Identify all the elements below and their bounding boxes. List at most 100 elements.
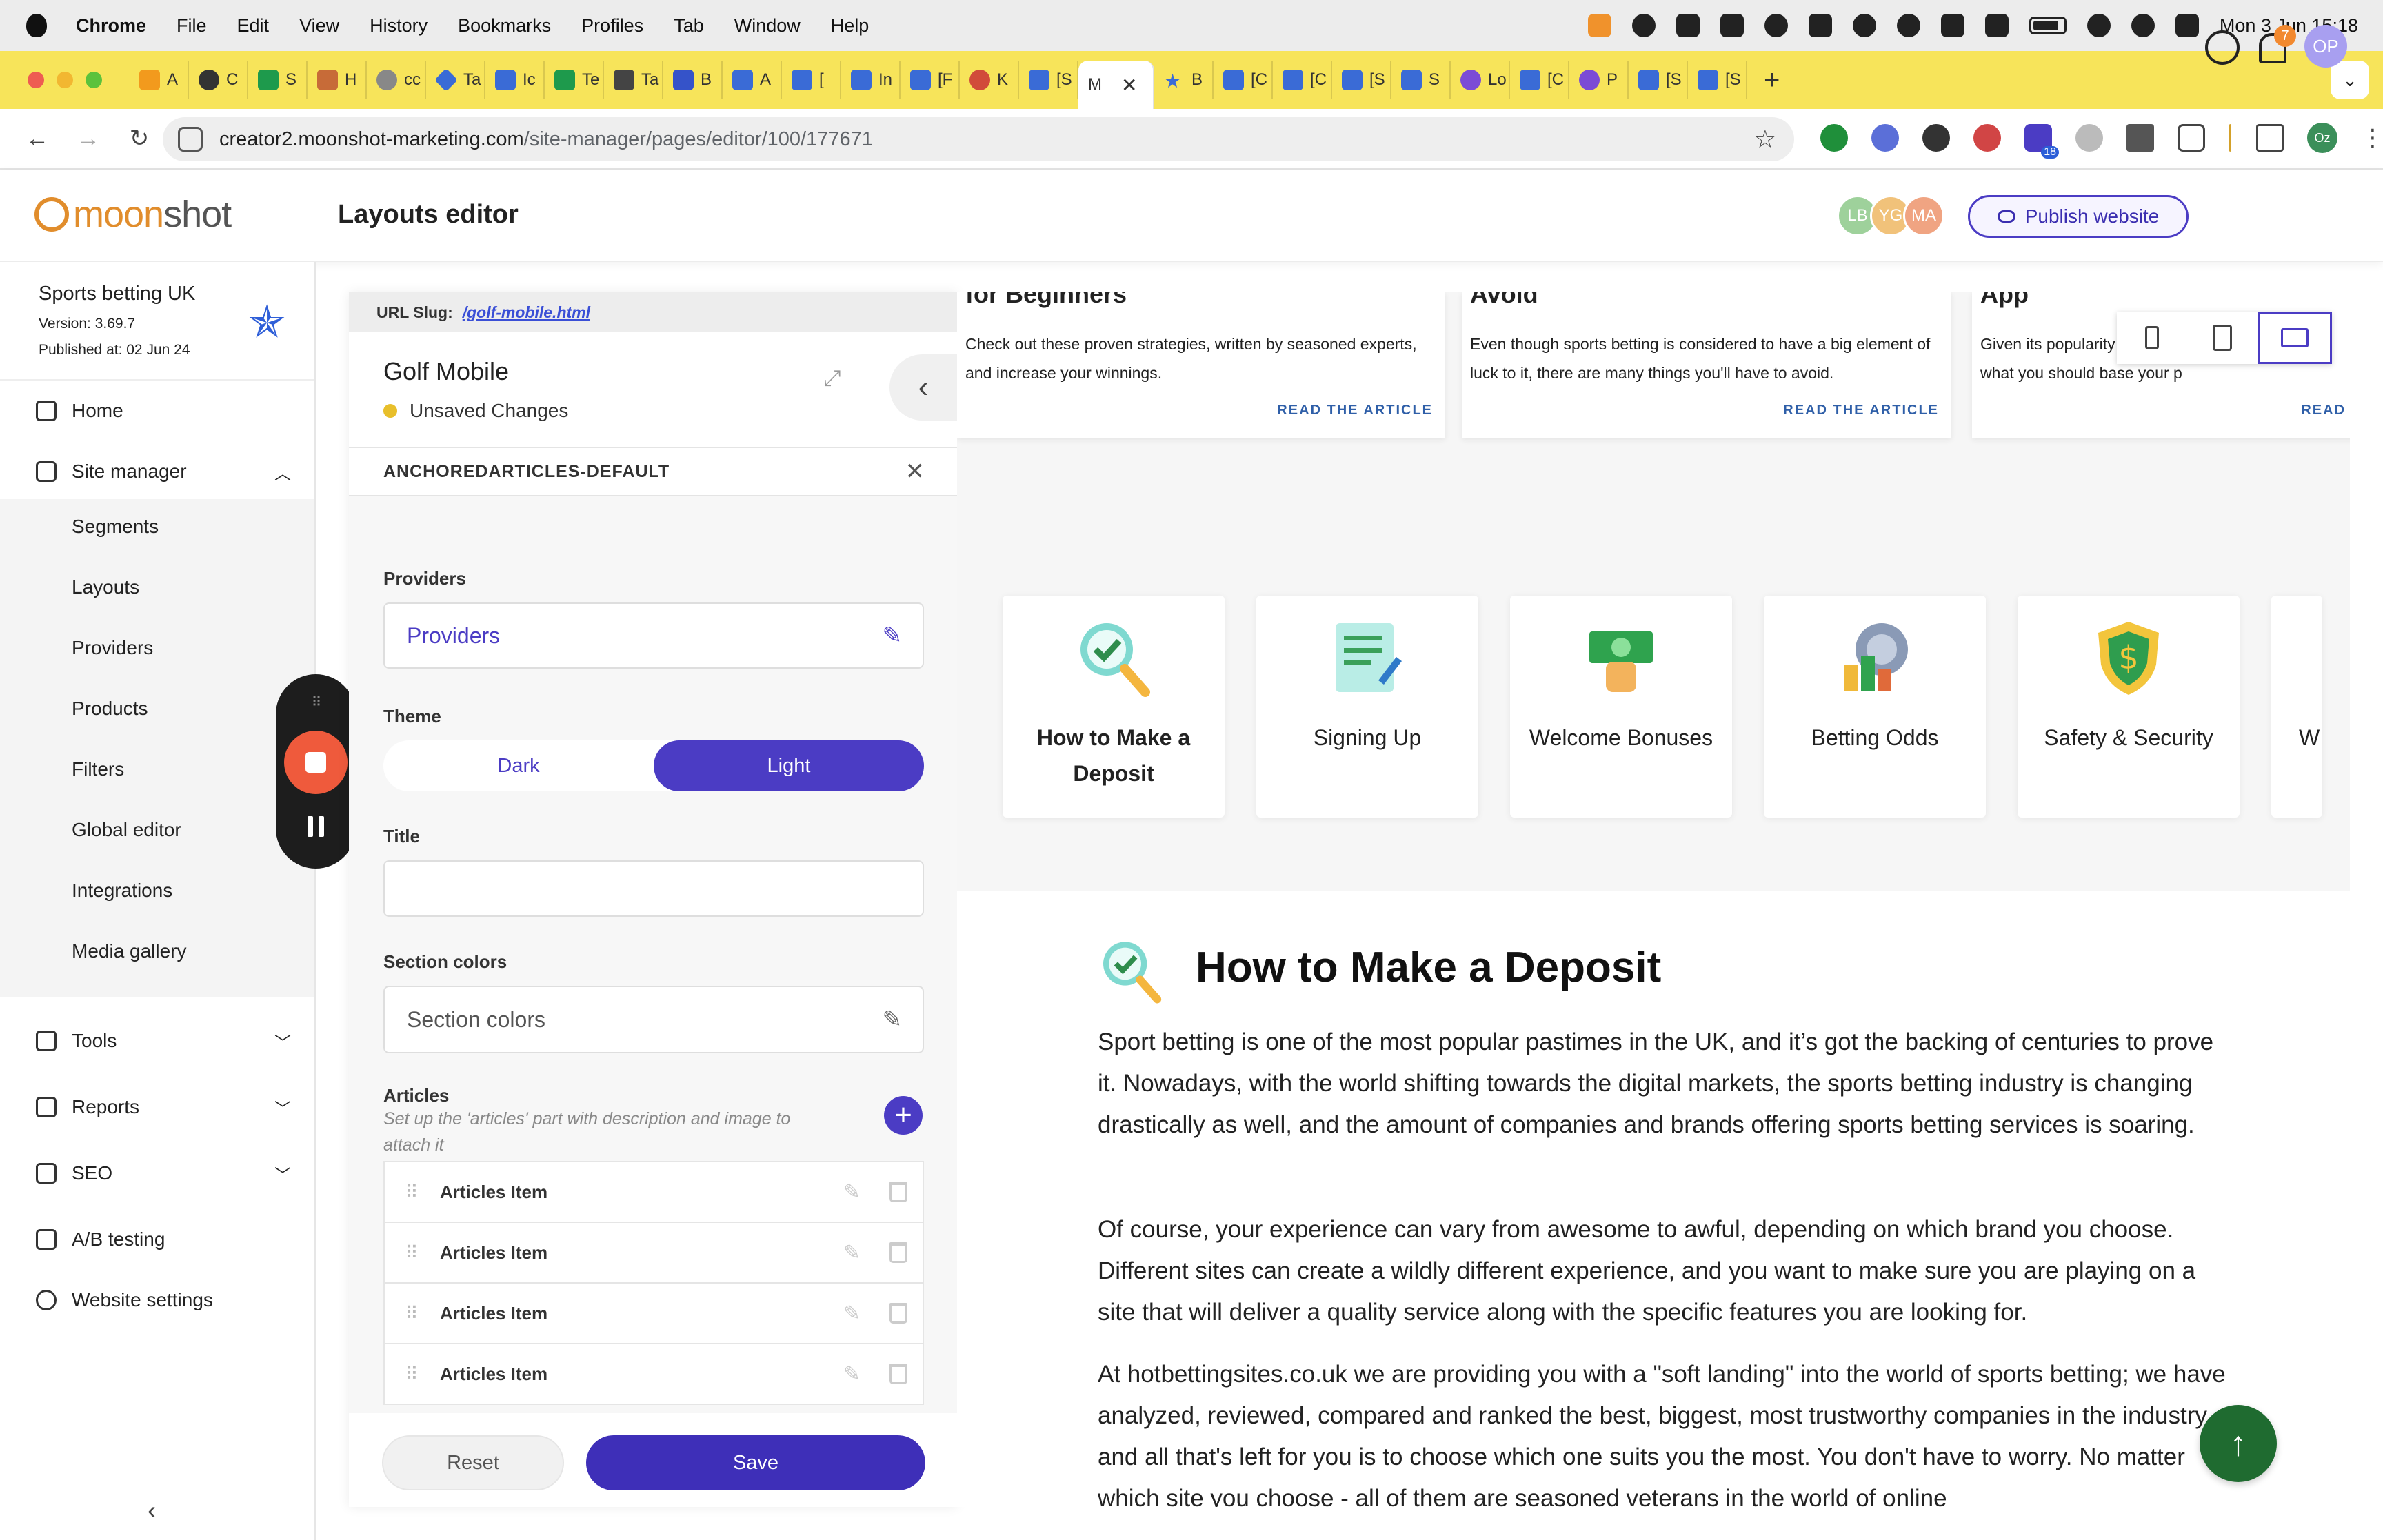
p-app-icon[interactable] xyxy=(1808,14,1832,37)
pause-recording-button[interactable] xyxy=(306,816,325,837)
browser-tab[interactable]: Lo xyxy=(1451,61,1510,99)
back-arrow-icon[interactable]: ← xyxy=(23,125,51,152)
theme-dark-option[interactable]: Dark xyxy=(383,740,654,791)
section-colors-field[interactable]: Section colors ✎ xyxy=(383,986,924,1053)
menu-history[interactable]: History xyxy=(370,15,428,37)
sidebar-item-reports[interactable]: Reports ﹀ xyxy=(36,1096,291,1119)
browser-tab[interactable]: Ta xyxy=(426,61,485,99)
menu-app-name[interactable]: Chrome xyxy=(76,15,146,37)
drag-handle-icon[interactable]: ⠿ xyxy=(385,1182,440,1203)
browser-tab[interactable]: In xyxy=(841,61,901,99)
browser-tab[interactable]: [S xyxy=(1019,61,1078,99)
drag-handle-icon[interactable]: ⠿ xyxy=(306,693,327,710)
sidebar-item-seo[interactable]: SEO ﹀ xyxy=(36,1162,291,1185)
browser-tab[interactable]: [C xyxy=(1510,61,1569,99)
browser-tab[interactable]: B xyxy=(663,61,723,99)
sidebar-item-providers[interactable]: Providers xyxy=(72,637,153,659)
menu-edit[interactable]: Edit xyxy=(237,15,270,37)
browser-tab[interactable]: cc xyxy=(367,61,426,99)
browser-tab[interactable]: Te xyxy=(545,61,604,99)
grammarly-extension-icon[interactable] xyxy=(1820,124,1848,152)
browser-tab[interactable]: Ic xyxy=(485,61,545,99)
wifi-icon[interactable] xyxy=(2087,14,2111,37)
sidebar-item-site-manager[interactable]: Site manager ︿ xyxy=(36,460,291,483)
browser-tab[interactable]: A xyxy=(723,61,782,99)
article-card[interactable]: for Beginners Check out these proven str… xyxy=(957,292,1445,438)
sidebar-item-tools[interactable]: Tools ﹀ xyxy=(36,1030,291,1053)
drag-handle-icon[interactable]: ⠿ xyxy=(385,1242,440,1264)
sidebar-item-filters[interactable]: Filters xyxy=(72,758,124,780)
browser-tab[interactable]: S xyxy=(248,61,308,99)
profile-chip[interactable]: Oz xyxy=(2307,123,2337,153)
sidebar-item-products[interactable]: Products xyxy=(72,698,148,720)
sidebar-item-ab-testing[interactable]: A/B testing xyxy=(36,1228,291,1250)
menu-window[interactable]: Window xyxy=(734,15,801,37)
kebab-menu-icon[interactable]: ⋮ xyxy=(2361,124,2383,152)
blocked-extension-icon[interactable] xyxy=(2075,124,2103,152)
key-extension-icon[interactable] xyxy=(1973,124,2001,152)
sidebar-item-layouts[interactable]: Layouts xyxy=(72,576,139,598)
pencil-icon[interactable]: ✎ xyxy=(843,1362,861,1386)
scroll-to-top-button[interactable]: ↑ xyxy=(2200,1405,2277,1482)
close-tab-icon[interactable]: ✕ xyxy=(1121,74,1137,97)
category-card[interactable]: W xyxy=(2271,596,2322,818)
reload-icon[interactable]: ↻ xyxy=(125,125,153,152)
collapse-sidebar-icon[interactable]: ‹ xyxy=(148,1496,156,1525)
category-card[interactable]: How to Make a Deposit xyxy=(1003,596,1225,818)
sidebar-item-segments[interactable]: Segments xyxy=(72,516,159,538)
browser-tab[interactable]: [ xyxy=(782,61,841,99)
providers-field[interactable]: Providers ✎ xyxy=(383,602,924,669)
user-avatar[interactable]: OP xyxy=(2304,25,2347,68)
sidebar-item-global-editor[interactable]: Global editor xyxy=(72,819,181,841)
title-input[interactable] xyxy=(383,860,924,917)
browser-tab[interactable]: [C xyxy=(1273,61,1332,99)
settings-extension-icon[interactable] xyxy=(1922,124,1950,152)
bookmark-star-icon[interactable]: ☆ xyxy=(1754,125,1776,154)
trash-icon[interactable] xyxy=(889,1242,907,1263)
theme-light-option[interactable]: Light xyxy=(654,740,924,791)
reset-button[interactable]: Reset xyxy=(382,1435,564,1490)
puzzle-extensions-icon[interactable] xyxy=(2178,124,2205,152)
browser-tab[interactable]: A xyxy=(130,61,189,99)
grammarly-icon[interactable] xyxy=(1764,14,1788,37)
site-info-icon[interactable] xyxy=(178,127,203,152)
history-icon[interactable] xyxy=(2205,30,2240,65)
control-center-icon[interactable] xyxy=(2175,14,2199,37)
browser-tab[interactable]: C xyxy=(189,61,248,99)
browser-tab[interactable]: Ta xyxy=(604,61,663,99)
collapse-panel-button[interactable]: ‹ xyxy=(889,354,957,421)
browser-tab[interactable]: K xyxy=(960,61,1019,99)
sidebar-item-integrations[interactable]: Integrations xyxy=(72,880,172,902)
play-icon[interactable] xyxy=(1896,14,1920,37)
search-lens-icon[interactable] xyxy=(1631,14,1656,37)
read-article-link[interactable]: READ THE ARTICLE xyxy=(1277,403,1433,418)
stop-recording-button[interactable] xyxy=(284,731,348,794)
category-card[interactable]: Betting Odds xyxy=(1764,596,1986,818)
tool-extension-icon[interactable] xyxy=(2126,124,2154,152)
battery-icon[interactable] xyxy=(2029,17,2067,34)
tablet-view-button[interactable] xyxy=(2187,312,2258,364)
trash-icon[interactable] xyxy=(889,1182,907,1202)
microphone-icon[interactable] xyxy=(1587,14,1611,37)
avatar[interactable]: MA xyxy=(1903,195,1944,236)
cube-extension-icon[interactable]: 18 xyxy=(2024,124,2059,159)
category-card[interactable]: Welcome Bonuses xyxy=(1510,596,1732,818)
pencil-icon[interactable]: ✎ xyxy=(883,1006,903,1033)
trash-icon[interactable] xyxy=(889,1364,907,1384)
url-slug-link[interactable]: /golf-mobile.html xyxy=(463,303,590,322)
menu-view[interactable]: View xyxy=(299,15,339,37)
menu-file[interactable]: File xyxy=(177,15,207,37)
menu-profiles[interactable]: Profiles xyxy=(581,15,643,37)
browser-tab[interactable]: [C xyxy=(1214,61,1273,99)
trash-icon[interactable] xyxy=(889,1303,907,1324)
browser-tab[interactable]: [S xyxy=(1332,61,1391,99)
save-button[interactable]: Save xyxy=(586,1435,925,1490)
read-article-link[interactable]: READ THE ARTICLE xyxy=(1783,403,1939,418)
browser-tab[interactable]: [S xyxy=(1688,61,1747,99)
browser-tab[interactable]: ★ B xyxy=(1154,61,1214,99)
drag-handle-icon[interactable]: ⠿ xyxy=(385,1364,440,1385)
list-item[interactable]: ⠿ Articles Item ✎ xyxy=(383,1222,924,1284)
list-item[interactable]: ⠿ Articles Item ✎ xyxy=(383,1161,924,1223)
browser-tab[interactable]: P xyxy=(1569,61,1629,99)
forward-arrow-icon[interactable]: → xyxy=(74,125,102,152)
